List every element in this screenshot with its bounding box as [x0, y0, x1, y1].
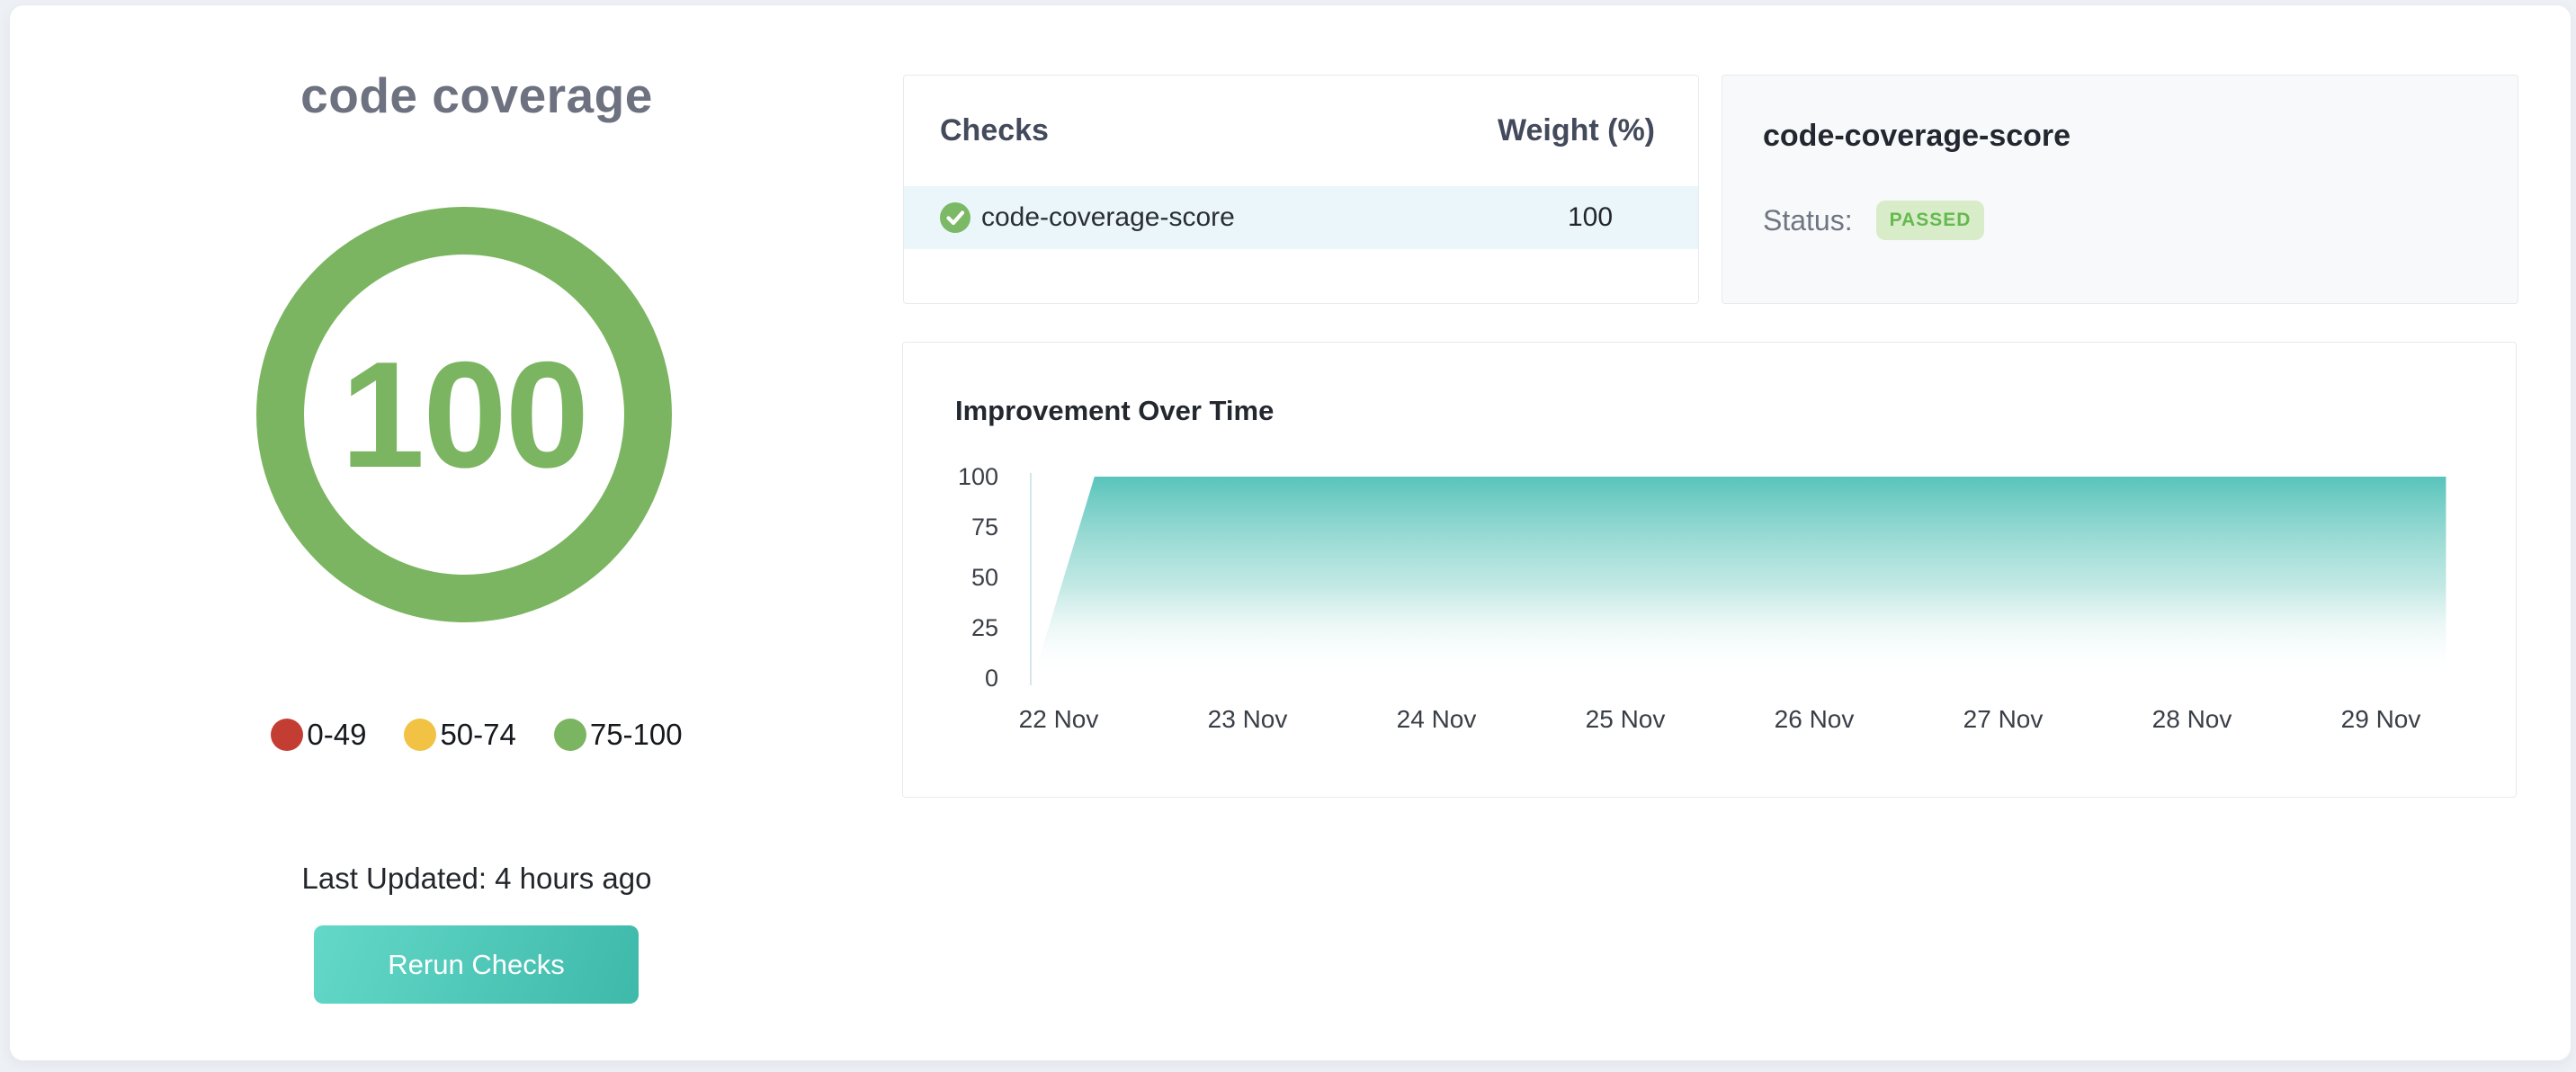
svg-text:27 Nov: 27 Nov	[1963, 705, 2044, 733]
yellow-dot-icon	[404, 719, 436, 751]
check-detail-title: code-coverage-score	[1763, 119, 2477, 154]
checks-panel: Checks Weight (%) code-coverage-score 10…	[903, 75, 1699, 304]
check-name-label: code-coverage-score	[981, 202, 1235, 233]
svg-text:22 Nov: 22 Nov	[1019, 705, 1099, 733]
status-badge: PASSED	[1876, 201, 1985, 240]
weight-column-header: Weight (%)	[1482, 113, 1698, 148]
score-legend: 0-49 50-74 75-100	[162, 718, 792, 752]
legend-item-high: 75-100	[554, 718, 683, 752]
check-circle-icon	[940, 202, 970, 233]
svg-text:23 Nov: 23 Nov	[1208, 705, 1288, 733]
green-dot-icon	[554, 719, 586, 751]
improvement-chart-card: Improvement Over Time 025507510022 Nov23…	[902, 342, 2517, 798]
last-updated-text: Last Updated: 4 hours ago	[162, 862, 792, 896]
svg-text:50: 50	[971, 564, 998, 591]
svg-text:28 Nov: 28 Nov	[2152, 705, 2232, 733]
check-detail-panel: code-coverage-score Status: PASSED	[1722, 75, 2518, 304]
svg-text:100: 100	[958, 463, 998, 490]
svg-text:29 Nov: 29 Nov	[2341, 705, 2421, 733]
svg-text:24 Nov: 24 Nov	[1397, 705, 1477, 733]
legend-label: 50-74	[440, 718, 515, 752]
score-value: 100	[341, 328, 587, 502]
status-label: Status:	[1763, 204, 1853, 237]
red-dot-icon	[271, 719, 303, 751]
check-weight-cell: 100	[1482, 202, 1698, 233]
checks-column-header: Checks	[940, 113, 1482, 148]
score-gauge: 100	[256, 207, 672, 622]
svg-text:25: 25	[971, 614, 998, 641]
legend-item-low: 0-49	[271, 718, 366, 752]
legend-label: 0-49	[307, 718, 366, 752]
svg-text:0: 0	[985, 665, 998, 692]
page-title: code coverage	[162, 67, 792, 124]
legend-item-mid: 50-74	[404, 718, 515, 752]
legend-label: 75-100	[590, 718, 683, 752]
table-row[interactable]: code-coverage-score 100	[904, 186, 1698, 249]
rerun-checks-button[interactable]: Rerun Checks	[314, 925, 639, 1004]
main-card: code coverage 100 0-49 50-74 75-100 Last…	[9, 4, 2572, 1061]
svg-text:75: 75	[971, 514, 998, 540]
svg-text:26 Nov: 26 Nov	[1775, 705, 1855, 733]
checks-table-header: Checks Weight (%)	[904, 76, 1698, 186]
check-name-cell: code-coverage-score	[940, 202, 1482, 233]
code-coverage-page: code coverage 100 0-49 50-74 75-100 Last…	[0, 0, 2576, 1072]
svg-text:25 Nov: 25 Nov	[1586, 705, 1666, 733]
status-row: Status: PASSED	[1763, 201, 2477, 240]
